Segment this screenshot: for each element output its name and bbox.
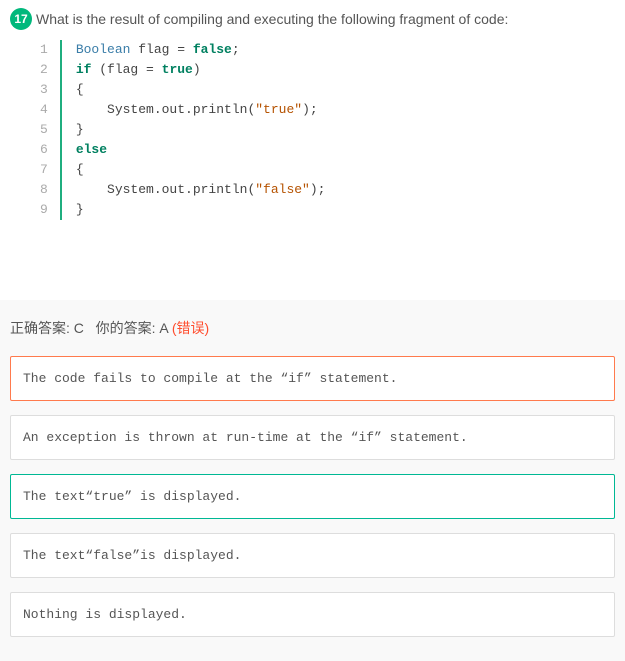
line-number: 1	[40, 40, 48, 60]
question-number-badge: 17	[10, 8, 32, 30]
code-line: System.out.println("false");	[76, 180, 326, 200]
answer-option[interactable]: The code fails to compile at the “if” st…	[10, 356, 615, 401]
code-line: Boolean flag = false;	[76, 40, 326, 60]
code-block: 123456789 Boolean flag = false;if (flag …	[40, 40, 615, 220]
line-number: 6	[40, 140, 48, 160]
code-line: if (flag = true)	[76, 60, 326, 80]
code-line: {	[76, 160, 326, 180]
line-number: 7	[40, 160, 48, 180]
code-lines: Boolean flag = false;if (flag = true){ S…	[62, 40, 326, 220]
line-number: 3	[40, 80, 48, 100]
correct-answer-value: C	[74, 320, 84, 336]
line-number: 5	[40, 120, 48, 140]
your-answer-label: 你的答案:	[96, 320, 156, 336]
code-line: }	[76, 120, 326, 140]
correct-answer-label: 正确答案:	[10, 320, 70, 336]
question-section: 17 What is the result of compiling and e…	[0, 0, 625, 240]
your-answer-value: A	[159, 320, 168, 336]
wrong-tag: (错误)	[172, 320, 209, 336]
question-header: 17 What is the result of compiling and e…	[10, 8, 615, 30]
code-line: else	[76, 140, 326, 160]
code-line-numbers: 123456789	[40, 40, 62, 220]
question-text: What is the result of compiling and exec…	[36, 8, 508, 30]
code-line: System.out.println("true");	[76, 100, 326, 120]
code-line: }	[76, 200, 326, 220]
answer-option[interactable]: Nothing is displayed.	[10, 592, 615, 637]
line-number: 8	[40, 180, 48, 200]
answer-section: 正确答案: C 你的答案: A (错误) The code fails to c…	[0, 300, 625, 661]
code-line: {	[76, 80, 326, 100]
line-number: 4	[40, 100, 48, 120]
answer-option[interactable]: The text“false”is displayed.	[10, 533, 615, 578]
options-list: The code fails to compile at the “if” st…	[10, 356, 615, 637]
line-number: 2	[40, 60, 48, 80]
answer-option[interactable]: An exception is thrown at run-time at th…	[10, 415, 615, 460]
answer-summary: 正确答案: C 你的答案: A (错误)	[10, 318, 615, 338]
answer-option[interactable]: The text“true” is displayed.	[10, 474, 615, 519]
line-number: 9	[40, 200, 48, 220]
